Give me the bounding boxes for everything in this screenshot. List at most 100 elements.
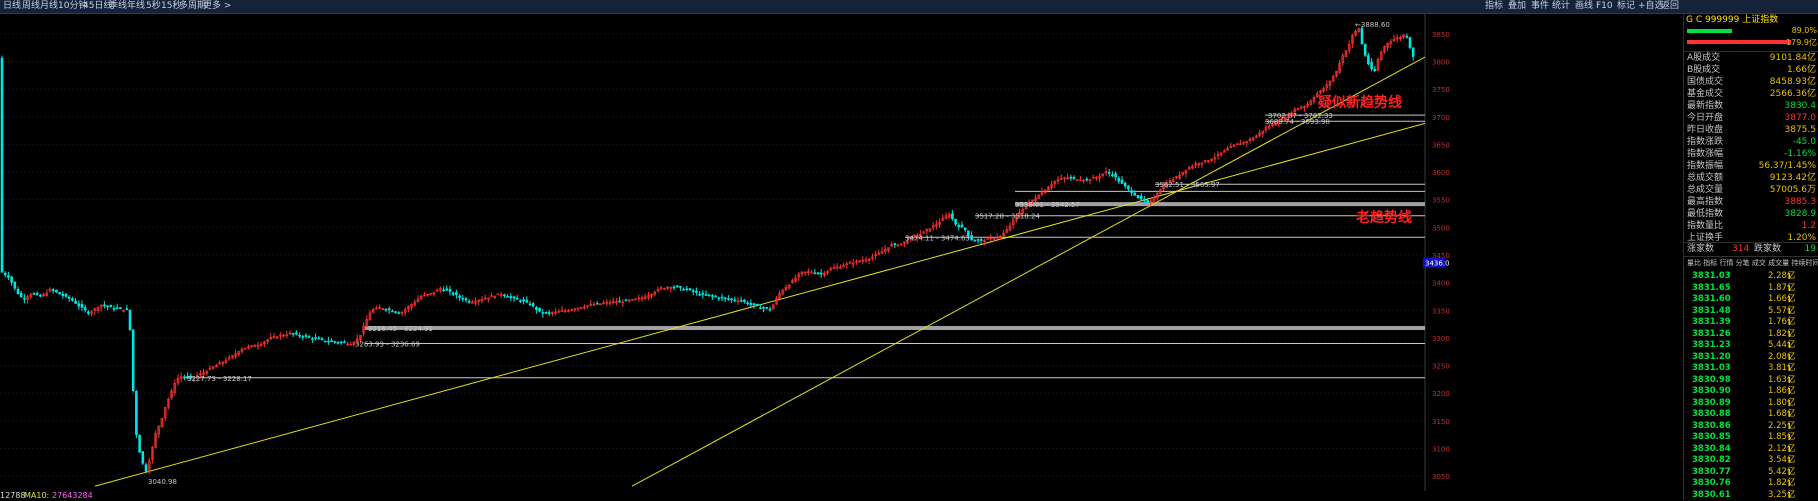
stat-value: 57005.6万: [1769, 185, 1816, 195]
candle-body: [765, 306, 769, 309]
strength-percent: 89.0%: [1791, 26, 1817, 35]
tick-row: 3831.03 3.81亿: [1684, 362, 1818, 374]
tick-price: 3830.82: [1692, 455, 1731, 465]
y-tick-label: 3400: [1432, 280, 1450, 288]
stat-row: 指数振幅 56.37/1.45%: [1684, 160, 1818, 172]
candle-body: [1143, 198, 1146, 202]
candle-body: [1367, 55, 1370, 65]
candle-body: [538, 307, 541, 312]
period-tab[interactable]: 月线: [40, 1, 58, 12]
tick-list-tabs[interactable]: 量比 指标 行情 分笔 成交 成交量 持续时间: [1687, 257, 1818, 269]
tool-tab[interactable]: 标记: [1617, 1, 1635, 12]
period-tab[interactable]: 季线: [109, 1, 127, 12]
candle-body: [717, 297, 721, 300]
period-tab[interactable]: 更多 >: [203, 1, 231, 12]
candle-body: [311, 338, 314, 340]
candle-body: [957, 225, 961, 228]
tick-price: 3831.60: [1692, 294, 1731, 304]
candle-body: [0, 57, 4, 273]
candle-body: [83, 307, 87, 311]
period-tab[interactable]: 周线: [22, 1, 40, 12]
candle-body: [339, 341, 343, 344]
tick-row: 3830.89 1.80亿: [1684, 397, 1818, 409]
tool-tab[interactable]: 事件: [1531, 1, 1549, 12]
candle-body: [618, 300, 621, 303]
candle-body: [509, 296, 513, 299]
candle-body: [1360, 28, 1364, 45]
tick-bar: [1789, 388, 1790, 394]
kline-chart[interactable]: 3850380037503700365036003550350034503400…: [0, 14, 1683, 494]
stat-row: A股成交 9101.84亿: [1684, 52, 1818, 64]
candle-body: [970, 235, 973, 241]
tick-bar: [1789, 411, 1790, 417]
tool-tab[interactable]: +自选: [1638, 1, 1664, 12]
tick-bar: [1789, 480, 1790, 486]
stat-value: 56.37/1.45%: [1758, 161, 1816, 171]
candle-body: [323, 340, 327, 343]
stat-value: 8458.93亿: [1769, 77, 1816, 87]
candle-body: [391, 310, 394, 313]
tick-amount: 5.57亿: [1768, 305, 1796, 316]
candle-body: [13, 281, 17, 289]
candle-body: [458, 295, 461, 298]
candle-body: [544, 312, 548, 314]
range-label: 3227.73 - 3228.17: [187, 375, 252, 383]
stat-row: 指数量比 1.2: [1684, 220, 1818, 232]
tick-price: 3830.98: [1692, 374, 1731, 385]
period-tab[interactable]: 多周期: [179, 1, 206, 12]
candle-body: [1107, 171, 1111, 174]
candle-body: [87, 311, 90, 314]
candle-body: [1408, 37, 1412, 48]
tick-bar: [1789, 296, 1790, 302]
period-tab[interactable]: 日线: [3, 1, 21, 12]
candle-body: [1069, 176, 1073, 179]
stat-value: 9101.84亿: [1769, 53, 1816, 63]
candle-body: [317, 337, 321, 340]
tool-tab[interactable]: 指标: [1485, 1, 1503, 12]
period-tab[interactable]: 5秒: [146, 1, 161, 12]
stat-row: B股成交 1.66亿: [1684, 64, 1818, 76]
tick-amount: 2.28亿: [1768, 271, 1796, 281]
stat-value: -45.0: [1792, 137, 1816, 147]
tick-row: 3830.77 5.42亿: [1684, 466, 1818, 478]
candle-body: [762, 307, 765, 309]
candle-body: [112, 308, 116, 310]
tick-row: 3830.88 1.68亿: [1684, 408, 1818, 420]
tick-amount: 1.82亿: [1768, 328, 1796, 339]
up-count-value: 314: [1732, 244, 1750, 254]
tick-bar: [1789, 353, 1790, 360]
tick-price: 3830.76: [1692, 478, 1731, 488]
tool-tab[interactable]: 叠加: [1508, 1, 1526, 12]
stat-value: 3830.4: [1784, 101, 1817, 111]
candle-body: [752, 303, 756, 306]
candle-body: [3, 272, 7, 276]
tick-amount: 1.82亿: [1768, 478, 1796, 488]
candle-body: [135, 391, 138, 435]
tick-price: 3830.90: [1692, 386, 1731, 396]
tick-amount: 2.12亿: [1768, 443, 1796, 454]
candle-body: [74, 300, 77, 304]
period-tab[interactable]: 年线: [127, 1, 145, 12]
candle-body: [39, 294, 42, 297]
down-count-label: 跌家数: [1754, 244, 1782, 254]
tick-amount: 5.42亿: [1768, 466, 1796, 477]
tick-amount: 2.25亿: [1768, 420, 1796, 431]
tick-bar: [1789, 445, 1790, 452]
candle-body: [679, 285, 682, 288]
tick-row: 3831.23 5.44亿: [1684, 339, 1818, 351]
candle-body: [714, 295, 717, 298]
tick-list-header[interactable]: 量比 指标 行情 分笔 成交 成交量 持续时间: [1684, 257, 1818, 269]
tool-tab[interactable]: F10: [1596, 1, 1613, 12]
tick-price: 3831.65: [1692, 282, 1731, 293]
stat-row: 国债成交 8458.93亿: [1684, 76, 1818, 88]
stat-row: 最高指数 3885.3: [1684, 196, 1818, 208]
tick-row: 3830.61 3.25亿: [1684, 489, 1818, 501]
candle-body: [461, 297, 465, 300]
candle-body: [183, 376, 186, 379]
tool-tab[interactable]: 返回: [1661, 1, 1679, 12]
candle-body: [109, 305, 113, 308]
tool-tab[interactable]: 画线: [1575, 1, 1593, 12]
candle-body: [730, 298, 733, 301]
tool-tab[interactable]: 统计: [1552, 1, 1570, 12]
stat-label: 国债成交: [1687, 77, 1724, 87]
